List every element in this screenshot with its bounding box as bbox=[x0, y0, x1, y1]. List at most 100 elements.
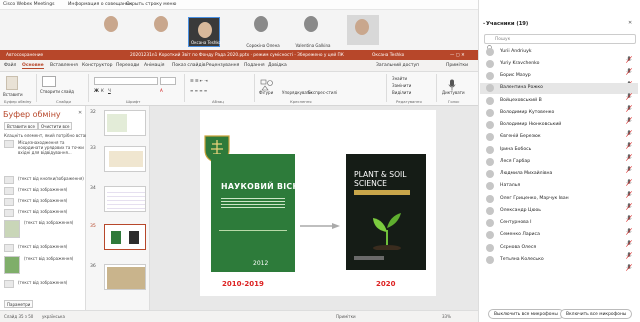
replace-button[interactable]: Замінити bbox=[392, 83, 411, 88]
participant-row[interactable]: Володимир Кутовенко bbox=[480, 107, 638, 125]
clipboard-item[interactable]: (текст від зображення) bbox=[4, 198, 84, 206]
clipboard-item[interactable]: (текст від зображення) bbox=[4, 220, 84, 240]
slide-thumbnail[interactable] bbox=[104, 146, 146, 172]
slide-thumbnail[interactable] bbox=[104, 264, 146, 290]
participant-row[interactable]: Сентурнова І bbox=[480, 218, 638, 235]
slide-thumbnail[interactable] bbox=[104, 186, 146, 212]
paste-all-button[interactable]: Вставити все bbox=[4, 122, 38, 130]
styles-button[interactable]: Експрес-стилі bbox=[308, 90, 337, 95]
unmute-all-button[interactable]: Включить все микрофоны bbox=[560, 309, 633, 319]
participant-row[interactable]: Yuriy Kravchenko bbox=[480, 58, 638, 76]
microphone-icon[interactable] bbox=[448, 76, 456, 91]
microphone-icon[interactable] bbox=[626, 220, 632, 235]
clipboard-item[interactable]: Місцезнаходження та координати урядових … bbox=[4, 140, 84, 170]
microphone-icon[interactable] bbox=[626, 244, 632, 259]
participant-row[interactable]: Сєрнова Олеся bbox=[480, 242, 638, 259]
clipboard-item[interactable]: (текст від зображення) bbox=[4, 280, 84, 288]
microphone-icon[interactable] bbox=[626, 73, 632, 88]
participant-row[interactable]: Семенко Лариса bbox=[480, 230, 638, 247]
tab-review[interactable]: Рецензування bbox=[206, 63, 239, 68]
tab-animations[interactable]: Анімація bbox=[144, 63, 164, 68]
microphone-icon[interactable] bbox=[626, 183, 632, 198]
current-slide[interactable]: НАУКОВИЙ ВІСНИК 2012 PLANT & SOIL SCIENC… bbox=[200, 110, 436, 296]
participant-row[interactable]: Володимир Нюнковський bbox=[480, 120, 638, 137]
share-button[interactable]: Загальний доступ bbox=[376, 63, 419, 68]
microphone-icon[interactable] bbox=[626, 97, 632, 112]
microphone-icon[interactable] bbox=[626, 85, 632, 100]
clipboard-item[interactable]: (текст від зображення) bbox=[4, 209, 84, 217]
bullets-icon[interactable]: ☰ ☰ ⇤ ⇥ bbox=[190, 78, 208, 83]
participant-row[interactable]: Валентина Рожко bbox=[480, 82, 638, 100]
slide-thumbnail[interactable] bbox=[104, 110, 146, 136]
italic-icon[interactable]: К bbox=[101, 88, 104, 93]
tab-design[interactable]: Конструктор bbox=[82, 63, 112, 68]
underline-icon[interactable]: Ч bbox=[108, 88, 111, 93]
microphone-icon[interactable] bbox=[626, 134, 632, 149]
microphone-icon[interactable] bbox=[626, 207, 632, 223]
bold-icon[interactable]: Ж bbox=[94, 88, 99, 93]
tab-home[interactable]: Основне bbox=[22, 63, 44, 69]
tab-help[interactable]: Довідка bbox=[268, 63, 287, 68]
shapes-button[interactable]: Фігури bbox=[259, 90, 273, 95]
language[interactable]: українська bbox=[42, 314, 65, 319]
close-icon[interactable]: ✕ bbox=[628, 20, 632, 26]
participant-row[interactable]: Борис Мазур bbox=[480, 71, 638, 88]
participant-row[interactable]: Наталья bbox=[480, 181, 638, 198]
microphone-icon[interactable] bbox=[626, 109, 632, 125]
autosave-label[interactable]: Автосохранение bbox=[6, 53, 43, 58]
font-color-icon[interactable]: A bbox=[160, 88, 163, 93]
user-name[interactable]: Оксана Teshko bbox=[372, 53, 404, 58]
clipboard-item[interactable]: (текст від зображення) bbox=[4, 244, 84, 252]
info-link[interactable]: Информация о совещании bbox=[68, 2, 132, 7]
video-tile[interactable]: Сорокіна Олена bbox=[246, 14, 280, 48]
clipboard-item[interactable]: (текст від зображення) bbox=[4, 256, 84, 276]
tab-view[interactable]: Подання bbox=[244, 63, 265, 68]
clipboard-item[interactable]: (текст від кнопки/зображення) bbox=[4, 176, 84, 184]
participant-row[interactable]: Людмила Михайлівна bbox=[480, 169, 638, 186]
microphone-icon[interactable] bbox=[626, 232, 632, 247]
options-button[interactable]: Параметри bbox=[4, 300, 34, 308]
zoom-level[interactable]: 33% bbox=[442, 314, 451, 319]
video-tile-active[interactable]: Оксана Teshko bbox=[188, 17, 221, 47]
tab-slideshow[interactable]: Показ слайдів bbox=[172, 63, 205, 68]
window-controls[interactable]: — ▢ ✕ bbox=[450, 53, 465, 58]
microphone-icon[interactable] bbox=[626, 171, 632, 186]
microphone-icon[interactable] bbox=[626, 60, 632, 76]
close-icon[interactable]: ✕ bbox=[78, 110, 82, 116]
video-tile[interactable] bbox=[347, 15, 379, 45]
microphone-icon[interactable] bbox=[626, 158, 632, 174]
font-name-select[interactable] bbox=[94, 77, 158, 85]
tab-transitions[interactable]: Переходи bbox=[116, 63, 139, 68]
shapes-icon[interactable] bbox=[260, 76, 274, 91]
clear-all-button[interactable]: Очистити все bbox=[38, 122, 73, 130]
paste-icon[interactable] bbox=[6, 76, 18, 90]
align-icon[interactable]: ≡ ≡ ≡ ≡ bbox=[190, 88, 207, 93]
paste-button[interactable]: Вставити bbox=[3, 92, 23, 97]
video-tile[interactable] bbox=[98, 14, 128, 42]
notes-button[interactable]: Примітки bbox=[336, 314, 356, 319]
slide-thumbnail-selected[interactable] bbox=[104, 224, 146, 250]
participant-search-input[interactable]: Пошук bbox=[484, 34, 636, 44]
comments-button[interactable]: Примітки bbox=[446, 63, 468, 68]
participant-row[interactable]: Войцеховський В bbox=[480, 95, 638, 112]
clipboard-item[interactable]: (текст від зображення) bbox=[4, 187, 84, 195]
participant-row[interactable]: Олександр Цюоь bbox=[480, 205, 638, 223]
find-button[interactable]: Знайти bbox=[392, 76, 407, 81]
microphone-icon[interactable] bbox=[626, 48, 632, 63]
participant-row[interactable]: Yurii Andriuyk bbox=[480, 46, 638, 63]
microphone-icon[interactable] bbox=[626, 195, 632, 210]
participant-row[interactable]: Тетьяна Колесько bbox=[480, 254, 638, 272]
video-tile[interactable] bbox=[148, 14, 178, 42]
new-slide-icon[interactable] bbox=[42, 76, 56, 87]
mute-all-button[interactable]: Выключить все микрофоны bbox=[488, 309, 564, 319]
hide-menu-link[interactable]: Скрыть строку меню bbox=[126, 2, 176, 7]
new-slide-button[interactable]: Створити слайд bbox=[40, 89, 74, 94]
video-tile[interactable]: Valentina Galkina bbox=[296, 14, 331, 48]
font-size-select[interactable] bbox=[160, 77, 176, 85]
dictate-button[interactable]: Диктувати bbox=[442, 90, 465, 95]
participant-row[interactable]: Євгеній Березюк bbox=[480, 132, 638, 149]
microphone-icon[interactable] bbox=[626, 146, 632, 161]
microphone-icon[interactable] bbox=[626, 122, 632, 137]
participant-row[interactable]: Олег Гриценко, Марчук Іван bbox=[480, 193, 638, 210]
tab-file[interactable]: Файл bbox=[4, 63, 16, 68]
